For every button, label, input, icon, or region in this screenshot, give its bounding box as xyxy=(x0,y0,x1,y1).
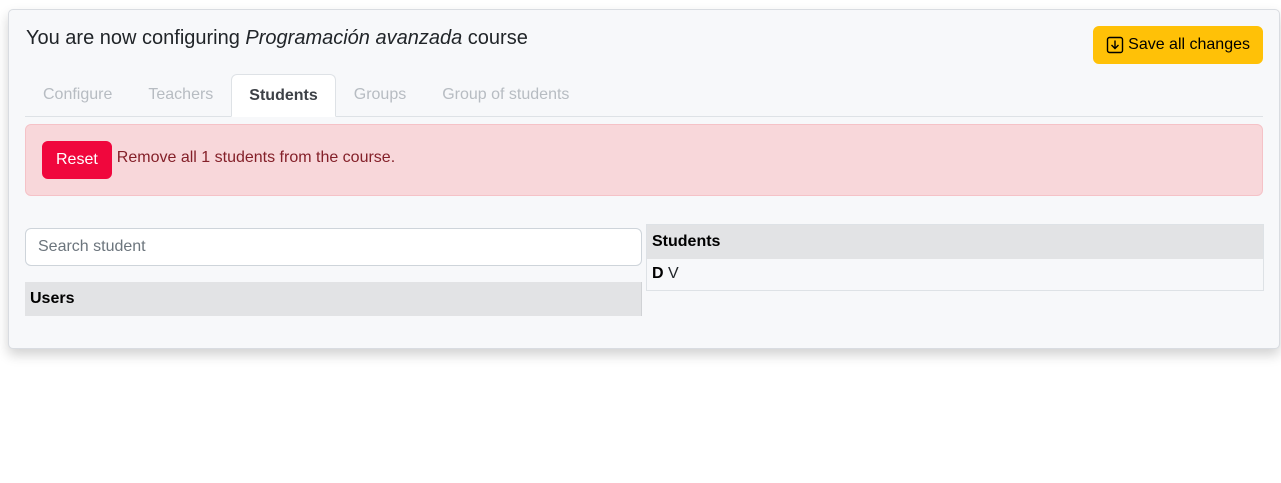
table-row[interactable]: D V xyxy=(646,258,1264,291)
users-table-header: Users xyxy=(25,282,642,316)
student-initial: D xyxy=(652,265,664,283)
students-table-header: Students xyxy=(646,224,1264,259)
remove-students-alert: Reset Remove all 1 students from the cou… xyxy=(25,124,1263,196)
tab-configure[interactable]: Configure xyxy=(25,74,130,116)
save-button-label: Save all changes xyxy=(1128,36,1250,53)
tab-teachers[interactable]: Teachers xyxy=(130,74,231,116)
students-table: Students D V xyxy=(646,224,1264,291)
tab-bar: Configure Teachers Students Groups Group… xyxy=(25,74,1263,117)
course-config-card: You are now configuring Programación ava… xyxy=(8,9,1280,349)
users-table: Users xyxy=(25,282,642,316)
alert-message: Remove all 1 students from the course. xyxy=(116,149,396,166)
reset-button[interactable]: Reset xyxy=(42,141,112,179)
course-name: Programación avanzada xyxy=(245,27,463,49)
page-title: You are now configuring Programación ava… xyxy=(26,27,528,50)
tab-groups[interactable]: Groups xyxy=(336,74,424,116)
search-student-input[interactable] xyxy=(25,228,642,266)
tab-students[interactable]: Students xyxy=(231,74,336,117)
download-icon xyxy=(1106,36,1124,54)
title-suffix: course xyxy=(467,27,528,49)
student-cell: D V xyxy=(646,258,1264,291)
tab-group-of-students[interactable]: Group of students xyxy=(424,74,587,116)
save-all-changes-button[interactable]: Save all changes xyxy=(1093,26,1263,64)
student-name: V xyxy=(668,265,679,283)
title-prefix: You are now configuring xyxy=(26,27,240,49)
